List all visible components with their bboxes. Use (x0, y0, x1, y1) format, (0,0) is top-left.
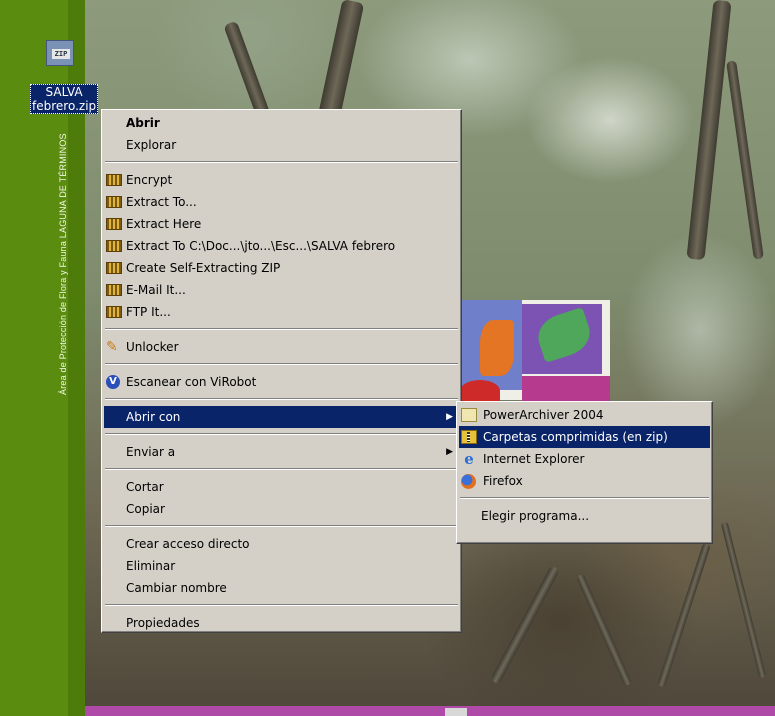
menu-separator (105, 604, 458, 606)
desktop-file-label: SALVA febrero.zip (30, 84, 99, 114)
submenu-item-firefox[interactable]: Firefox (459, 470, 710, 492)
mangrove-root (490, 565, 560, 685)
menu-item-cambiar-nombre[interactable]: Cambiar nombre (104, 577, 459, 599)
menu-item-enviar-a[interactable]: Enviar a ▶ (104, 441, 459, 463)
tree-trunk (726, 60, 764, 260)
menu-separator (105, 433, 458, 435)
powerarchiver-icon (106, 218, 122, 230)
submenu-item-internet-explorer[interactable]: e Internet Explorer (459, 448, 710, 470)
menu-item-extract-to[interactable]: Extract To... (104, 191, 459, 213)
menu-item-eliminar[interactable]: Eliminar (104, 555, 459, 577)
submenu-item-compressed-folders[interactable]: Carpetas comprimidas (en zip) (459, 426, 710, 448)
menu-separator (105, 468, 458, 470)
menu-separator (460, 497, 709, 499)
unlocker-icon: ✎ (106, 339, 118, 355)
open-with-submenu: PowerArchiver 2004 Carpetas comprimidas … (456, 401, 713, 544)
mangrove-root (575, 573, 633, 687)
zip-folder-icon (461, 430, 477, 444)
menu-item-explorar[interactable]: Explorar (104, 134, 459, 156)
menu-item-propiedades[interactable]: Propiedades (104, 612, 459, 634)
menu-item-copiar[interactable]: Copiar (104, 498, 459, 520)
powerarchiver-icon (106, 306, 122, 318)
menu-item-extract-to-folder[interactable]: Extract To C:\Doc...\jto...\Esc...\SALVA… (104, 235, 459, 257)
menu-item-unlocker[interactable]: ✎ Unlocker (104, 336, 459, 358)
context-menu: Abrir Explorar Encrypt Extract To... Ext… (101, 109, 462, 633)
menu-item-virobot[interactable]: V Escanear con ViRobot (104, 371, 459, 393)
mangrove-root (720, 521, 767, 679)
menu-separator (105, 363, 458, 365)
powerarchiver-icon (106, 174, 122, 186)
powerarchiver-icon (106, 284, 122, 296)
powerarchiver-icon (106, 240, 122, 252)
menu-separator (105, 161, 458, 163)
menu-item-crear-acceso-directo[interactable]: Crear acceso directo (104, 533, 459, 555)
menu-item-ftp-it[interactable]: FTP It... (104, 301, 459, 323)
menu-item-cortar[interactable]: Cortar (104, 476, 459, 498)
menu-item-abrir-con[interactable]: Abrir con ▶ (104, 406, 459, 428)
menu-separator (105, 328, 458, 330)
submenu-arrow-icon: ▶ (446, 447, 453, 457)
firefox-icon (461, 474, 476, 489)
powerarchiver-icon (461, 408, 477, 422)
tree-trunk (686, 0, 732, 261)
mangrove-root (657, 542, 711, 688)
menu-item-abrir[interactable]: Abrir (104, 112, 459, 134)
internet-explorer-icon: e (464, 450, 474, 468)
tree-trunk (223, 20, 271, 120)
bottom-color-bar (85, 706, 775, 716)
virobot-icon: V (106, 375, 120, 389)
banner-text: Área de Protección de Flora y Fauna LAGU… (58, 133, 68, 395)
tree-trunk (317, 0, 365, 121)
protected-area-logo (460, 300, 610, 402)
zip-file-icon: ZIP (46, 40, 74, 66)
desktop-file-icon[interactable]: ZIP SALVA febrero.zip (30, 40, 99, 114)
menu-item-create-sfx[interactable]: Create Self-Extracting ZIP (104, 257, 459, 279)
submenu-item-powerarchiver[interactable]: PowerArchiver 2004 (459, 404, 710, 426)
menu-item-email-it[interactable]: E-Mail It... (104, 279, 459, 301)
submenu-item-elegir-programa[interactable]: Elegir programa... (459, 505, 710, 527)
menu-separator (105, 398, 458, 400)
powerarchiver-icon (106, 262, 122, 274)
menu-separator (105, 525, 458, 527)
menu-item-extract-here[interactable]: Extract Here (104, 213, 459, 235)
submenu-arrow-icon: ▶ (446, 412, 453, 422)
powerarchiver-icon (106, 196, 122, 208)
menu-item-encrypt[interactable]: Encrypt (104, 169, 459, 191)
